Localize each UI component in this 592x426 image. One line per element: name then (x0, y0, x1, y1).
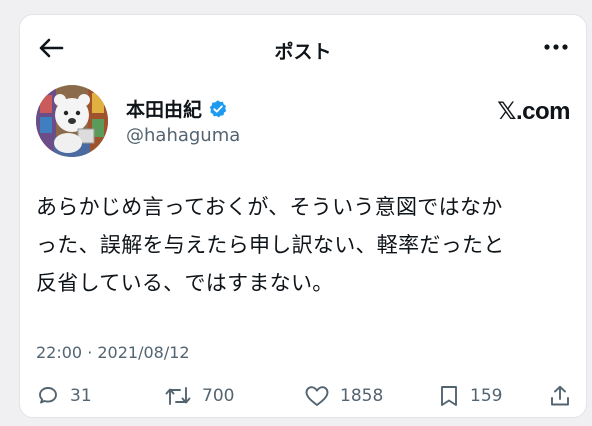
post-card: ポスト 本田由紀 @hahaguma 𝕏.com あらかじめ言っておくが、そうい… (19, 14, 587, 418)
repost-button[interactable]: 700 (164, 384, 234, 408)
bookmark-icon (441, 386, 457, 406)
reply-button[interactable]: 31 (36, 384, 92, 408)
source-logo: 𝕏.com (497, 98, 570, 125)
author-name[interactable]: 本田由紀 (126, 95, 228, 122)
action-bar: 31 700 1858 159 (36, 384, 576, 414)
post-timestamp[interactable]: 22:00 · 2021/08/12 (36, 343, 190, 362)
more-options-button[interactable] (542, 39, 570, 55)
author-section: 本田由紀 @hahaguma 𝕏.com (36, 85, 576, 165)
reply-icon (39, 387, 57, 404)
avatar[interactable] (36, 85, 108, 157)
like-count: 1858 (340, 386, 384, 406)
post-text: あらかじめ言っておくが、そういう意図ではなか った、誤解を与えたら申し訳ない、軽… (36, 188, 576, 302)
repost-icon (165, 387, 191, 405)
author-handle[interactable]: @hahaguma (126, 125, 240, 146)
more-horizontal-icon (544, 44, 568, 50)
verified-badge-icon (209, 99, 227, 117)
post-text-line: 反省している、ではすまない。 (36, 271, 334, 295)
heart-icon (305, 386, 329, 406)
bookmark-count: 159 (470, 386, 503, 406)
reply-count: 31 (70, 386, 92, 406)
bookmark-button[interactable]: 159 (438, 384, 502, 408)
repost-count: 700 (202, 386, 235, 406)
share-icon (551, 385, 569, 406)
page-title: ポスト (274, 41, 332, 63)
post-text-line: った、誤解を与えたら申し訳ない、軽率だったと (36, 233, 505, 257)
like-button[interactable]: 1858 (304, 384, 383, 408)
avatar-image (36, 85, 108, 157)
share-button[interactable] (548, 384, 572, 408)
post-header: ポスト (20, 15, 586, 77)
display-name-text: 本田由紀 (126, 99, 203, 121)
post-text-line: あらかじめ言っておくが、そういう意図ではなか (36, 195, 503, 219)
